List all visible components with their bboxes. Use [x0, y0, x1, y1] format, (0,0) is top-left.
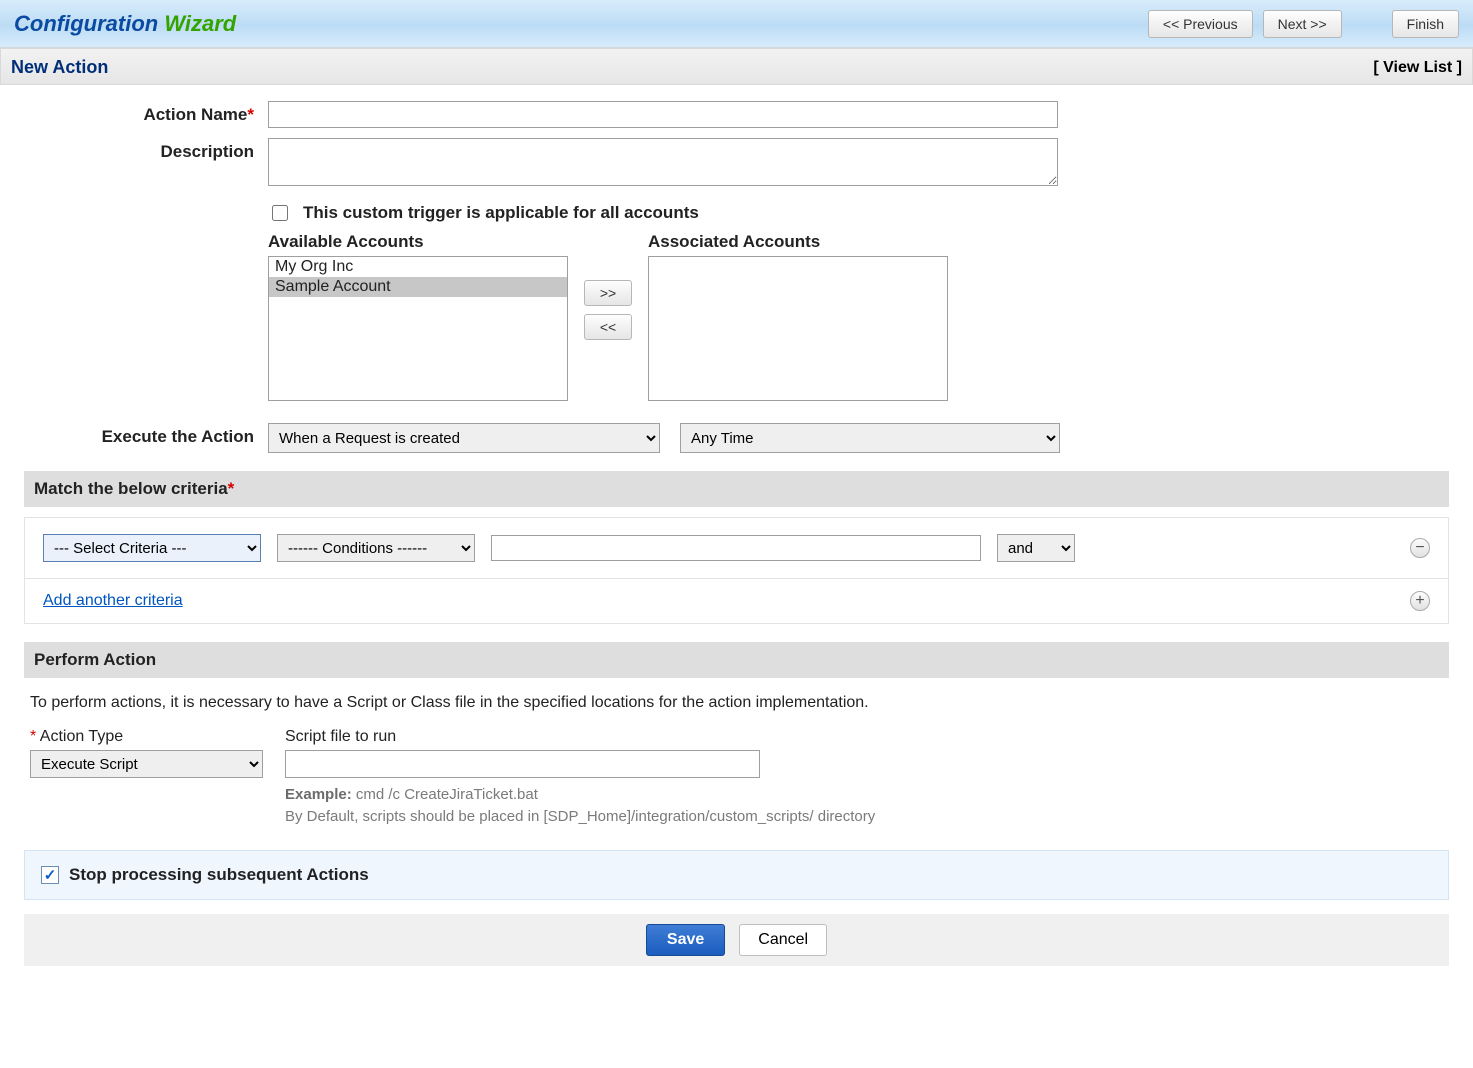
description-label: Description [48, 138, 268, 162]
associated-accounts-listbox[interactable] [648, 256, 948, 401]
available-accounts-col: Available Accounts My Org IncSample Acco… [268, 232, 568, 401]
finish-button[interactable]: Finish [1392, 10, 1459, 38]
action-name-label: Action Name* [48, 101, 268, 125]
accounts-row: This custom trigger is applicable for al… [48, 196, 1425, 401]
list-item[interactable]: Sample Account [269, 277, 567, 297]
criteria-block: --- Select Criteria --- ------ Condition… [24, 517, 1449, 624]
previous-button[interactable]: << Previous [1148, 10, 1253, 38]
wizard-title-part1: Configuration [14, 11, 164, 36]
move-left-button[interactable]: << [584, 314, 632, 340]
script-file-col: Script file to run Example: cmd /c Creat… [285, 728, 875, 828]
all-accounts-checkbox[interactable] [272, 205, 288, 221]
perform-action-header: Perform Action [24, 642, 1449, 678]
execute-label: Execute the Action [48, 423, 268, 447]
description-textarea[interactable] [268, 138, 1058, 186]
top-buttons: << Previous Next >> Finish [1148, 10, 1459, 38]
criteria-condition-select[interactable]: ------ Conditions ------ [277, 534, 475, 562]
stop-processing-checkbox[interactable]: ✓ [41, 866, 59, 884]
action-name-row: Action Name* [48, 101, 1425, 128]
all-accounts-label: This custom trigger is applicable for al… [303, 203, 699, 223]
action-type-row: * Action Type Execute Script Script file… [24, 728, 1449, 828]
action-type-select[interactable]: Execute Script [30, 750, 263, 778]
perform-description: To perform actions, it is necessary to h… [30, 694, 1443, 712]
criteria-logic-select[interactable]: and [997, 534, 1075, 562]
execute-time-select[interactable]: Any Time [680, 423, 1060, 453]
stop-processing-label: Stop processing subsequent Actions [69, 865, 369, 885]
action-type-label: * Action Type [30, 728, 263, 746]
top-bar: Configuration Wizard << Previous Next >>… [0, 0, 1473, 48]
wizard-title: Configuration Wizard [14, 11, 236, 37]
associated-accounts-col: Associated Accounts [648, 232, 948, 401]
cancel-button[interactable]: Cancel [739, 924, 827, 956]
view-list-link[interactable]: [ View List ] [1373, 59, 1462, 77]
next-button[interactable]: Next >> [1263, 10, 1342, 38]
wizard-title-part2: Wizard [164, 11, 236, 36]
associated-accounts-label: Associated Accounts [648, 232, 948, 252]
available-accounts-listbox[interactable]: My Org IncSample Account [268, 256, 568, 401]
form-section: Action Name* Description This custom tri… [24, 101, 1449, 453]
move-right-button[interactable]: >> [584, 280, 632, 306]
execute-row: Execute the Action When a Request is cre… [48, 423, 1425, 453]
bottom-button-bar: Save Cancel [24, 914, 1449, 966]
accounts-area: Available Accounts My Org IncSample Acco… [268, 232, 948, 401]
criteria-row: --- Select Criteria --- ------ Condition… [25, 518, 1448, 579]
script-example: Example: cmd /c CreateJiraTicket.bat By … [285, 784, 875, 828]
criteria-section-header: Match the below criteria* [24, 471, 1449, 507]
criteria-value-input[interactable] [491, 535, 981, 561]
add-another-criteria-link[interactable]: Add another criteria [43, 592, 183, 610]
script-file-input[interactable] [285, 750, 760, 778]
execute-when-select[interactable]: When a Request is created [268, 423, 660, 453]
available-accounts-label: Available Accounts [268, 232, 568, 252]
page-title: New Action [11, 57, 108, 78]
save-button[interactable]: Save [646, 924, 725, 956]
add-criteria-button[interactable]: + [1410, 591, 1430, 611]
all-accounts-row: This custom trigger is applicable for al… [268, 202, 948, 224]
subheader: New Action [ View List ] [0, 48, 1473, 85]
stop-processing-box: ✓ Stop processing subsequent Actions [24, 850, 1449, 900]
script-file-label: Script file to run [285, 728, 875, 746]
criteria-field-select[interactable]: --- Select Criteria --- [43, 534, 261, 562]
add-criteria-row: Add another criteria + [25, 579, 1448, 623]
description-row: Description [48, 138, 1425, 186]
move-buttons: >> << [584, 280, 632, 340]
list-item[interactable]: My Org Inc [269, 257, 567, 277]
action-name-input[interactable] [268, 101, 1058, 128]
remove-criteria-button[interactable]: − [1410, 538, 1430, 558]
action-type-col: * Action Type Execute Script [30, 728, 263, 828]
